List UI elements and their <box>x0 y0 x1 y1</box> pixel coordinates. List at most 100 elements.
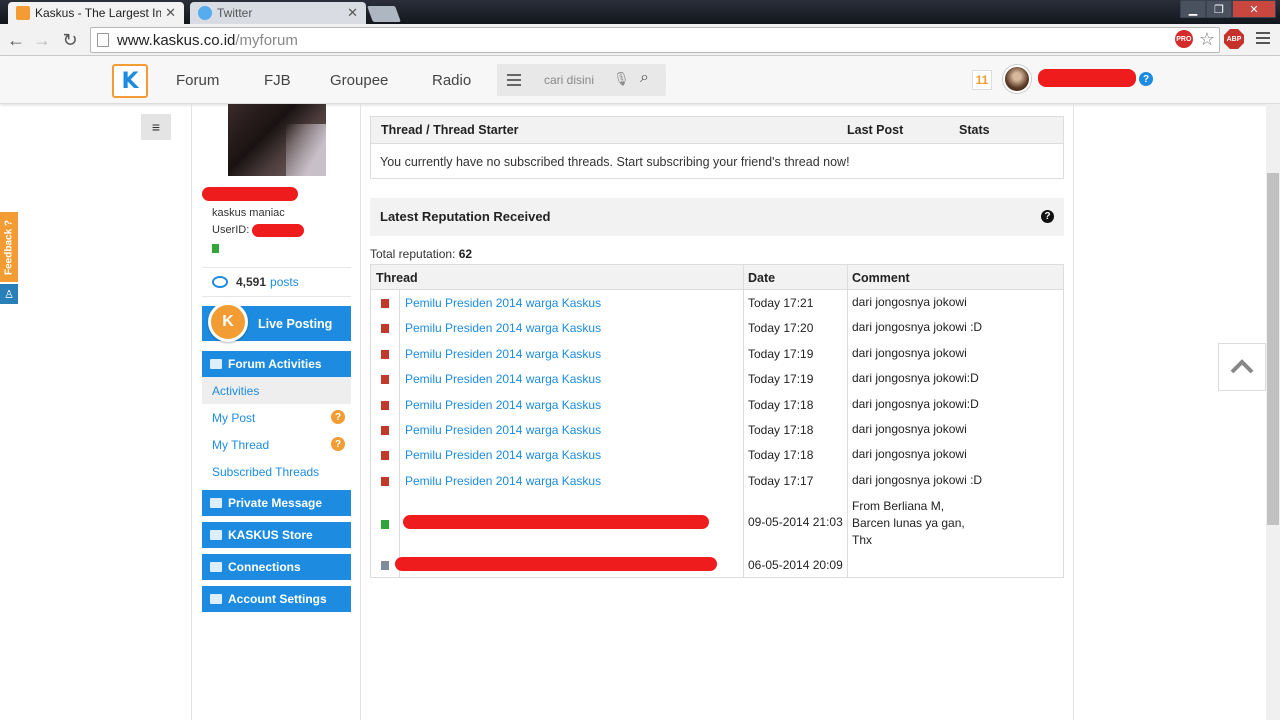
submenu-my-post[interactable]: My Post ? <box>202 404 351 431</box>
address-bar[interactable]: www.kaskus.co.id/myforum PRO ☆ <box>90 27 1220 53</box>
pro-extension-icon[interactable]: PRO <box>1174 30 1193 48</box>
private-message-label: Private Message <box>228 496 323 510</box>
tab-twitter[interactable]: Twitter ✕ <box>190 2 366 24</box>
reputation-date: Today 17:18 <box>748 423 814 437</box>
reputation-comment: dari jongosnya jokowi:D <box>852 371 979 386</box>
hamburger-menu-icon[interactable] <box>507 74 521 89</box>
redacted-username <box>1038 69 1136 87</box>
reputation-header: Latest Reputation Received ? <box>370 198 1064 236</box>
submenu-my-thread[interactable]: My Thread ? <box>202 431 351 458</box>
new-tab-button[interactable] <box>367 6 401 22</box>
table-row: Pemilu Presiden 2014 warga Kaskus Today 1… <box>371 392 1063 417</box>
column-header: Comment <box>852 271 910 285</box>
bookmark-star-icon[interactable]: ☆ <box>1199 30 1215 48</box>
thread-link[interactable]: Pemilu Presiden 2014 warga Kaskus <box>405 423 601 437</box>
search-icon[interactable]: ⌕ <box>640 69 649 87</box>
private-message-button[interactable]: Private Message <box>202 490 351 516</box>
close-tab-icon[interactable]: ✕ <box>165 5 176 21</box>
browser-menu-icon[interactable] <box>1256 32 1270 47</box>
forum-activities-label: Forum Activities <box>228 357 322 371</box>
nav-groupee[interactable]: Groupee <box>330 72 388 89</box>
feedback-tab[interactable]: Feedback ? <box>0 212 18 282</box>
reputation-date: Today 17:18 <box>748 448 814 463</box>
people-icon <box>210 562 222 572</box>
negative-reputation-icon <box>381 400 389 410</box>
positive-reputation-icon <box>381 520 389 529</box>
comment-line: Thx <box>852 533 873 547</box>
reputation-date: Today 17:17 <box>748 473 814 488</box>
thread-link[interactable]: Pemilu Presiden 2014 warga Kaskus <box>405 474 601 488</box>
thread-link[interactable]: Pemilu Presiden 2014 warga Kaskus <box>405 398 601 412</box>
tab-label: Twitter <box>217 6 253 20</box>
kaskus-store-button[interactable]: KASKUS Store <box>202 522 351 548</box>
adblock-plus-icon[interactable]: ABP <box>1224 29 1244 49</box>
forum-activities-header[interactable]: Forum Activities <box>202 351 351 377</box>
site-header: K Forum FJB Groupee Radio cari disini 🎙 … <box>0 57 1280 104</box>
thread-link[interactable]: Pemilu Presiden 2014 warga Kaskus <box>405 296 601 310</box>
kaskus-store-label: KASKUS Store <box>228 528 313 542</box>
tab-kaskus[interactable]: Kaskus - The Largest Indo ✕ <box>8 2 184 24</box>
negative-reputation-icon <box>381 324 389 334</box>
tab-label: Kaskus - The Largest Indo <box>35 6 162 20</box>
thread-link[interactable]: Pemilu Presiden 2014 warga Kaskus <box>405 448 601 462</box>
comment-line: From Berliana M, <box>852 499 945 513</box>
online-status-icon <box>212 244 219 253</box>
divider <box>1073 104 1074 720</box>
nav-radio[interactable]: Radio <box>432 72 471 89</box>
column-header: Date <box>748 271 776 285</box>
reload-icon[interactable]: ↻ <box>58 28 82 52</box>
collapse-menu-button[interactable]: ≡ <box>141 114 171 140</box>
reputation-comment: dari jongosnya jokowi <box>852 295 967 309</box>
search-box[interactable]: cari disini 🎙 ⌕ <box>497 64 666 96</box>
submenu-subscribed-threads[interactable]: Subscribed Threads <box>202 458 351 485</box>
thread-link[interactable]: Pemilu Presiden 2014 warga Kaskus <box>405 372 601 386</box>
nav-forum[interactable]: Forum <box>176 72 219 89</box>
close-tab-icon[interactable]: ✕ <box>347 5 358 21</box>
negative-reputation-icon <box>381 375 389 385</box>
back-to-top-button[interactable] <box>1218 343 1266 391</box>
column-header: Thread <box>376 271 418 285</box>
scrollbar-thumb[interactable] <box>1267 173 1279 525</box>
column-header: Stats <box>959 123 990 137</box>
thread-link[interactable]: Pemilu Presiden 2014 warga Kaskus <box>405 347 601 361</box>
notification-count[interactable]: 11 <box>972 70 992 90</box>
reputation-comment: dari jongosnya jokowi :D <box>852 472 983 487</box>
nav-fjb[interactable]: FJB <box>264 72 291 89</box>
table-header: Thread Date Comment <box>371 265 1063 290</box>
kaskus-logo[interactable]: K <box>112 64 148 98</box>
column-header: Last Post <box>847 123 904 137</box>
help-icon[interactable]: ? <box>1139 72 1153 86</box>
envelope-icon <box>210 498 222 508</box>
submenu-activities[interactable]: Activities <box>202 377 351 404</box>
help-icon[interactable]: ? <box>1041 210 1054 223</box>
connections-button[interactable]: Connections <box>202 554 351 580</box>
back-arrow-icon[interactable]: ← <box>4 28 28 52</box>
reputation-date: Today 17:19 <box>748 372 814 387</box>
negative-reputation-icon <box>381 451 389 461</box>
close-window-button[interactable]: ✕ <box>1232 0 1276 18</box>
neutral-reputation-icon <box>381 561 389 570</box>
reputation-comment: From Berliana M, Barcen lunas ya gan, Th… <box>852 498 965 549</box>
post-count-row[interactable]: 4,591 posts <box>202 267 351 297</box>
table-row: Pemilu Presiden 2014 warga Kaskus Today 1… <box>371 366 1063 391</box>
question-icon[interactable]: ? <box>331 410 345 424</box>
account-settings-button[interactable]: Account Settings <box>202 586 351 612</box>
cart-icon <box>210 530 222 540</box>
user-rank: kaskus maniac <box>212 207 285 219</box>
maximize-window-button[interactable]: ❐ <box>1206 0 1232 18</box>
reputation-comment: dari jongosnya jokowi <box>852 345 967 360</box>
search-input[interactable]: cari disini <box>544 73 594 87</box>
feedback-user-icon[interactable]: ♙ <box>0 284 18 304</box>
url-path: /myforum <box>235 31 298 49</box>
profile-photo <box>228 104 326 176</box>
avatar[interactable] <box>1003 65 1031 93</box>
microphone-icon[interactable]: 🎙 <box>613 71 630 87</box>
reputation-comment: dari jongosnya jokowi :D <box>852 320 983 335</box>
forward-arrow-icon[interactable]: → <box>30 28 54 52</box>
posts-link[interactable]: posts <box>270 275 299 289</box>
question-icon[interactable]: ? <box>331 437 345 451</box>
minimize-window-button[interactable]: ▁ <box>1180 0 1206 18</box>
user-id-label: UserID: <box>212 224 250 236</box>
thread-link[interactable]: Pemilu Presiden 2014 warga Kaskus <box>405 321 601 335</box>
total-reputation-label: Total reputation: <box>370 247 456 261</box>
